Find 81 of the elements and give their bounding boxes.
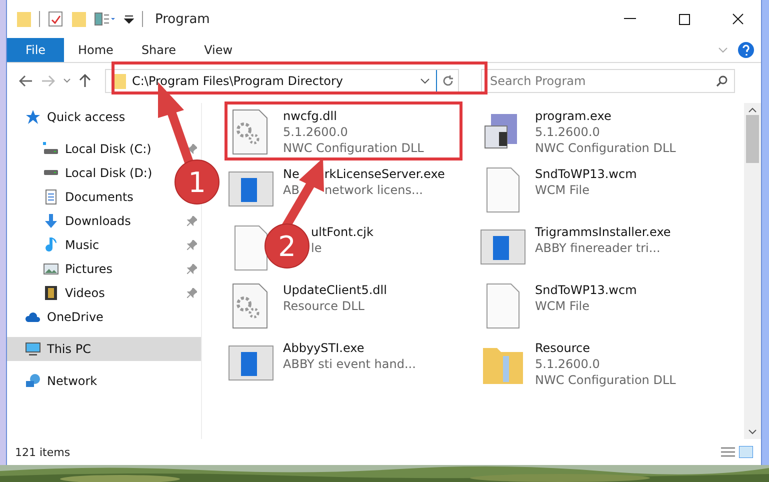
file-detail: AB [283, 182, 300, 198]
file-detail: ABBY sti event hand... [283, 356, 416, 372]
file-detail: NWC Configuration DLL [535, 372, 676, 388]
document-icon [43, 189, 59, 205]
pin-icon[interactable] [187, 240, 197, 250]
view-icon[interactable] [94, 11, 116, 27]
sidebar-item[interactable]: Music [7, 233, 201, 257]
drive-icon [43, 141, 59, 157]
callout-badge [264, 224, 310, 268]
customize-caret-icon[interactable] [124, 14, 134, 24]
file-detail: le [311, 240, 322, 256]
file-name[interactable]: SndToWP13.wcm [535, 282, 637, 298]
file-name[interactable]: rkLicenseServer.exe [324, 166, 445, 182]
file-detail: WCM File [535, 182, 590, 198]
pin-icon[interactable] [187, 216, 197, 226]
network-icon [25, 373, 41, 389]
file-detail: 5.1.2600.0 [283, 124, 348, 140]
file-name[interactable]: UpdateClient5.dll [283, 282, 387, 298]
callout-number: 2 [278, 230, 296, 263]
picture-icon [43, 261, 59, 277]
file-detail: NWC Configuration DLL [535, 140, 676, 156]
window-title: Program [155, 12, 211, 26]
sidebar-item[interactable]: Videos [7, 281, 201, 305]
details-view-icon[interactable] [721, 446, 735, 458]
item-count: 121 items [15, 446, 70, 458]
sidebar-item[interactable]: Network [7, 369, 102, 393]
scrollbar[interactable] [744, 103, 761, 439]
recent-caret-icon[interactable] [63, 78, 71, 84]
monitor-icon [25, 341, 41, 357]
sidebar-item[interactable]: Local Disk (C:) [7, 137, 201, 161]
sidebar-item[interactable]: Local Disk (D:) [7, 161, 156, 185]
address-bar[interactable]: C:\Program Files\Program Directory [105, 69, 459, 93]
file-detail: NWC Configuration DLL [283, 140, 424, 156]
file-name[interactable]: ultFont.cjk [311, 224, 374, 240]
sidebar-item[interactable]: Downloads [7, 209, 201, 233]
minimize-icon [624, 18, 636, 20]
scroll-thumb[interactable] [746, 115, 759, 163]
file-detail: Resource DLL [283, 298, 364, 314]
file-name[interactable]: Resource [535, 340, 590, 356]
search-icon[interactable] [716, 75, 728, 87]
file-detail: 5.1.2600.0 [535, 356, 600, 372]
callout-badge [174, 160, 220, 204]
back-arrow-icon[interactable] [19, 75, 33, 87]
file-detail: ABBY finereader tri... [535, 240, 660, 256]
callout-number: 1 [188, 166, 206, 199]
file-detail: 5.1.2600.0 [535, 124, 600, 140]
scroll-down-icon[interactable] [748, 429, 757, 435]
file-detail: WCM File [535, 298, 590, 314]
help-icon[interactable] [737, 41, 755, 59]
address-path: C:\Program Files\Program Directory [132, 74, 344, 88]
music-note-icon [43, 237, 59, 253]
pin-icon[interactable] [187, 264, 197, 274]
file-name[interactable]: nwcfg.dll [283, 108, 337, 124]
sidebar-item[interactable]: Documents [7, 185, 138, 209]
film-icon [43, 285, 59, 301]
up-arrow-icon[interactable] [79, 74, 91, 88]
pin-icon[interactable] [187, 144, 197, 154]
sidebar-item[interactable]: Pictures [7, 257, 201, 281]
sidebar-item[interactable]: This PC [7, 337, 201, 361]
file-name[interactable]: AbbyySTI.exe [283, 340, 364, 356]
star-icon [25, 109, 41, 125]
close-icon [732, 13, 744, 25]
file-name[interactable]: SndToWP13.wcm [535, 166, 637, 182]
search-box[interactable]: Search Program [481, 69, 735, 93]
folder-icon [17, 11, 31, 27]
ribbon-tab[interactable]: File [7, 38, 64, 62]
file-name[interactable]: program.exe [535, 108, 612, 124]
drive-icon [43, 169, 59, 177]
sidebar-item[interactable]: OneDrive [7, 305, 108, 329]
pin-icon[interactable] [187, 288, 197, 298]
tiles-view-icon[interactable] [739, 446, 753, 458]
sidebar-item[interactable]: Quick access [7, 105, 130, 129]
scroll-up-icon[interactable] [748, 107, 757, 113]
file-name[interactable]: Ne [283, 166, 300, 182]
dropdown-caret-icon[interactable] [420, 77, 430, 85]
file-name[interactable]: TrigrammsInstaller.exe [535, 224, 671, 240]
refresh-icon [442, 75, 454, 87]
maximize-icon [678, 14, 690, 24]
download-icon [43, 213, 59, 229]
properties-icon[interactable] [48, 11, 64, 27]
file-detail: network licens... [324, 182, 423, 198]
